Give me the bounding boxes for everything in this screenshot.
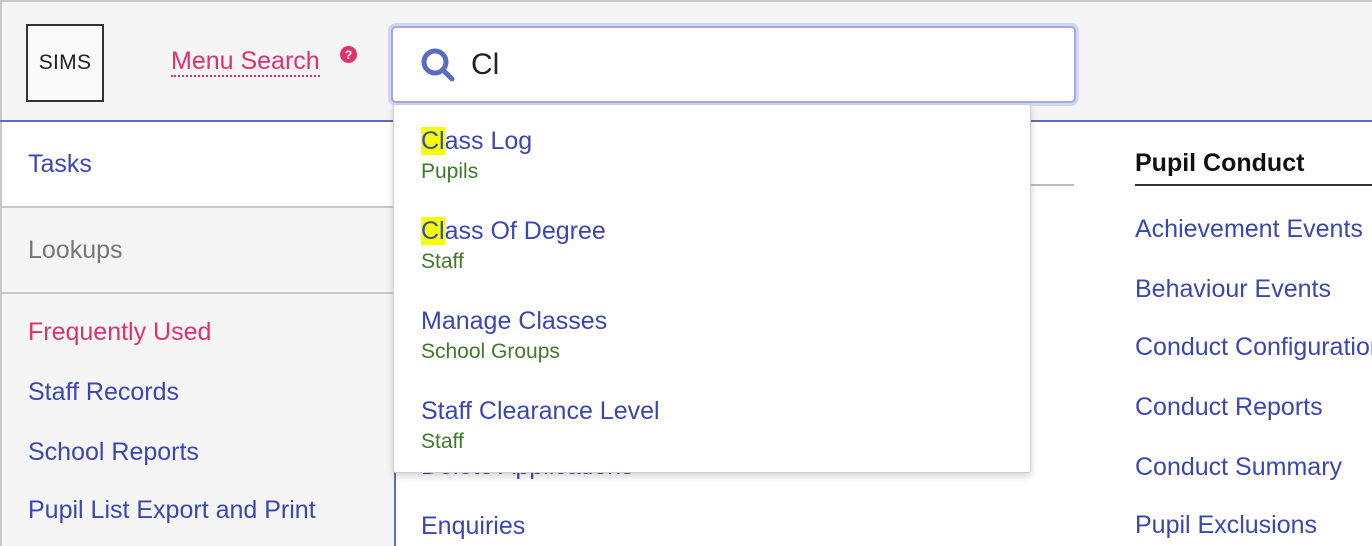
link-pupil-exclusions[interactable]: Pupil Exclusions	[1135, 511, 1317, 540]
tab-lookups[interactable]: Lookups	[2, 208, 396, 294]
search-result-item[interactable]: Class Of Degree Staff	[421, 216, 606, 275]
link-achievement-events[interactable]: Achievement Events	[1135, 215, 1363, 244]
tab-tasks[interactable]: Tasks	[2, 122, 396, 208]
match-highlight: Cl	[421, 217, 445, 245]
search-results-dropdown: Class Log Pupils Class Of Degree Staff M…	[393, 104, 1031, 473]
sidebar-item-staff-records[interactable]: Staff Records	[28, 378, 179, 407]
main-link-enquiries[interactable]: Enquiries	[421, 512, 525, 541]
result-title: Class Of Degree	[421, 216, 606, 246]
result-category: Pupils	[421, 160, 479, 183]
result-category: Staff	[421, 250, 464, 273]
link-conduct-summary[interactable]: Conduct Summary	[1135, 453, 1342, 482]
link-conduct-configuration[interactable]: Conduct Configuration	[1135, 333, 1372, 362]
sidebar: Tasks Lookups Frequently Used Staff Reco…	[0, 122, 396, 546]
search-result-item[interactable]: Manage Classes School Groups	[421, 306, 607, 365]
link-conduct-reports[interactable]: Conduct Reports	[1135, 393, 1323, 422]
sims-logo[interactable]: SIMS	[26, 24, 104, 102]
pupil-conduct-heading: Pupil Conduct	[1135, 149, 1305, 177]
result-title: Manage Classes	[421, 307, 608, 335]
help-icon[interactable]: ?	[340, 46, 357, 63]
menu-search-box[interactable]	[391, 26, 1076, 103]
search-icon	[421, 48, 455, 82]
heading-underline	[1135, 184, 1372, 186]
result-category: School Groups	[421, 340, 560, 363]
result-category: Staff	[421, 430, 464, 453]
menu-search-input[interactable]	[471, 40, 1051, 90]
result-title: Class Log	[421, 126, 532, 156]
result-title-rest: ass Of Degree	[444, 217, 606, 245]
sidebar-item-school-reports[interactable]: School Reports	[28, 438, 199, 467]
search-result-item[interactable]: Class Log Pupils	[421, 126, 532, 185]
menu-search-link[interactable]: Menu Search	[171, 47, 320, 77]
result-title: Staff Clearance Level	[421, 397, 660, 425]
result-title-rest: ass Log	[444, 127, 533, 155]
sidebar-item-pupil-list-export[interactable]: Pupil List Export and Print	[28, 496, 316, 525]
sidebar-item-frequently-used[interactable]: Frequently Used	[28, 318, 211, 347]
match-highlight: Cl	[421, 127, 445, 155]
link-behaviour-events[interactable]: Behaviour Events	[1135, 275, 1331, 304]
search-result-item[interactable]: Staff Clearance Level Staff	[421, 396, 660, 455]
